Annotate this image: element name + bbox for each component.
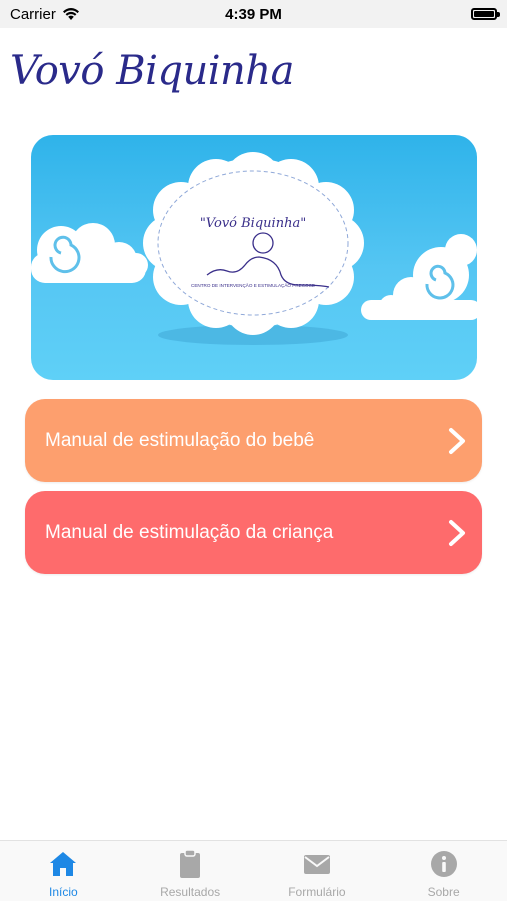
- left-cloud: [31, 223, 148, 283]
- tab-inicio[interactable]: Início: [0, 841, 127, 901]
- right-cloud: [361, 234, 477, 320]
- banner-image: "Vovó Biquinha" CENTRO DE INTERVENÇÃO E …: [31, 135, 477, 380]
- manual-crianca-button[interactable]: Manual de estimulação da criança: [25, 491, 482, 574]
- logo-title: "Vovó Biquinha": [200, 216, 306, 231]
- manual-bebe-button[interactable]: Manual de estimulação do bebê: [25, 399, 482, 482]
- info-icon: [430, 851, 457, 877]
- tab-formulario-label: Formulário: [288, 885, 346, 899]
- tab-bar: Início Resultados Formulário Sobre: [0, 840, 507, 901]
- wifi-icon: [62, 8, 79, 20]
- chevron-right-icon: [449, 519, 465, 546]
- manual-bebe-label: Manual de estimulação do bebê: [45, 429, 315, 451]
- tab-sobre-label: Sobre: [427, 885, 460, 899]
- battery-icon: [471, 8, 500, 20]
- tab-inicio-label: Início: [49, 885, 78, 899]
- tab-formulario[interactable]: Formulário: [254, 841, 381, 901]
- logo-subtitle: CENTRO DE INTERVENÇÃO E ESTIMULAÇÃO PREC…: [191, 282, 315, 288]
- banner-illustration: "Vovó Biquinha" CENTRO DE INTERVENÇÃO E …: [31, 152, 477, 345]
- carrier-label: Carrier: [10, 5, 56, 23]
- status-left: Carrier: [10, 6, 80, 23]
- chevron-right-icon: [449, 427, 465, 454]
- logo-plaque: [143, 152, 364, 335]
- clipboard-icon: [180, 849, 201, 878]
- status-bar: Carrier 4:39 PM: [0, 0, 507, 28]
- tab-resultados[interactable]: Resultados: [127, 841, 254, 901]
- app-title: Vovó Biquinha: [10, 48, 294, 94]
- tab-resultados-label: Resultados: [160, 885, 221, 899]
- battery-level: [474, 11, 494, 17]
- home-icon: [50, 852, 77, 876]
- mail-icon: [303, 855, 330, 874]
- tab-sobre[interactable]: Sobre: [380, 841, 507, 901]
- manual-crianca-label: Manual de estimulação da criança: [45, 521, 334, 543]
